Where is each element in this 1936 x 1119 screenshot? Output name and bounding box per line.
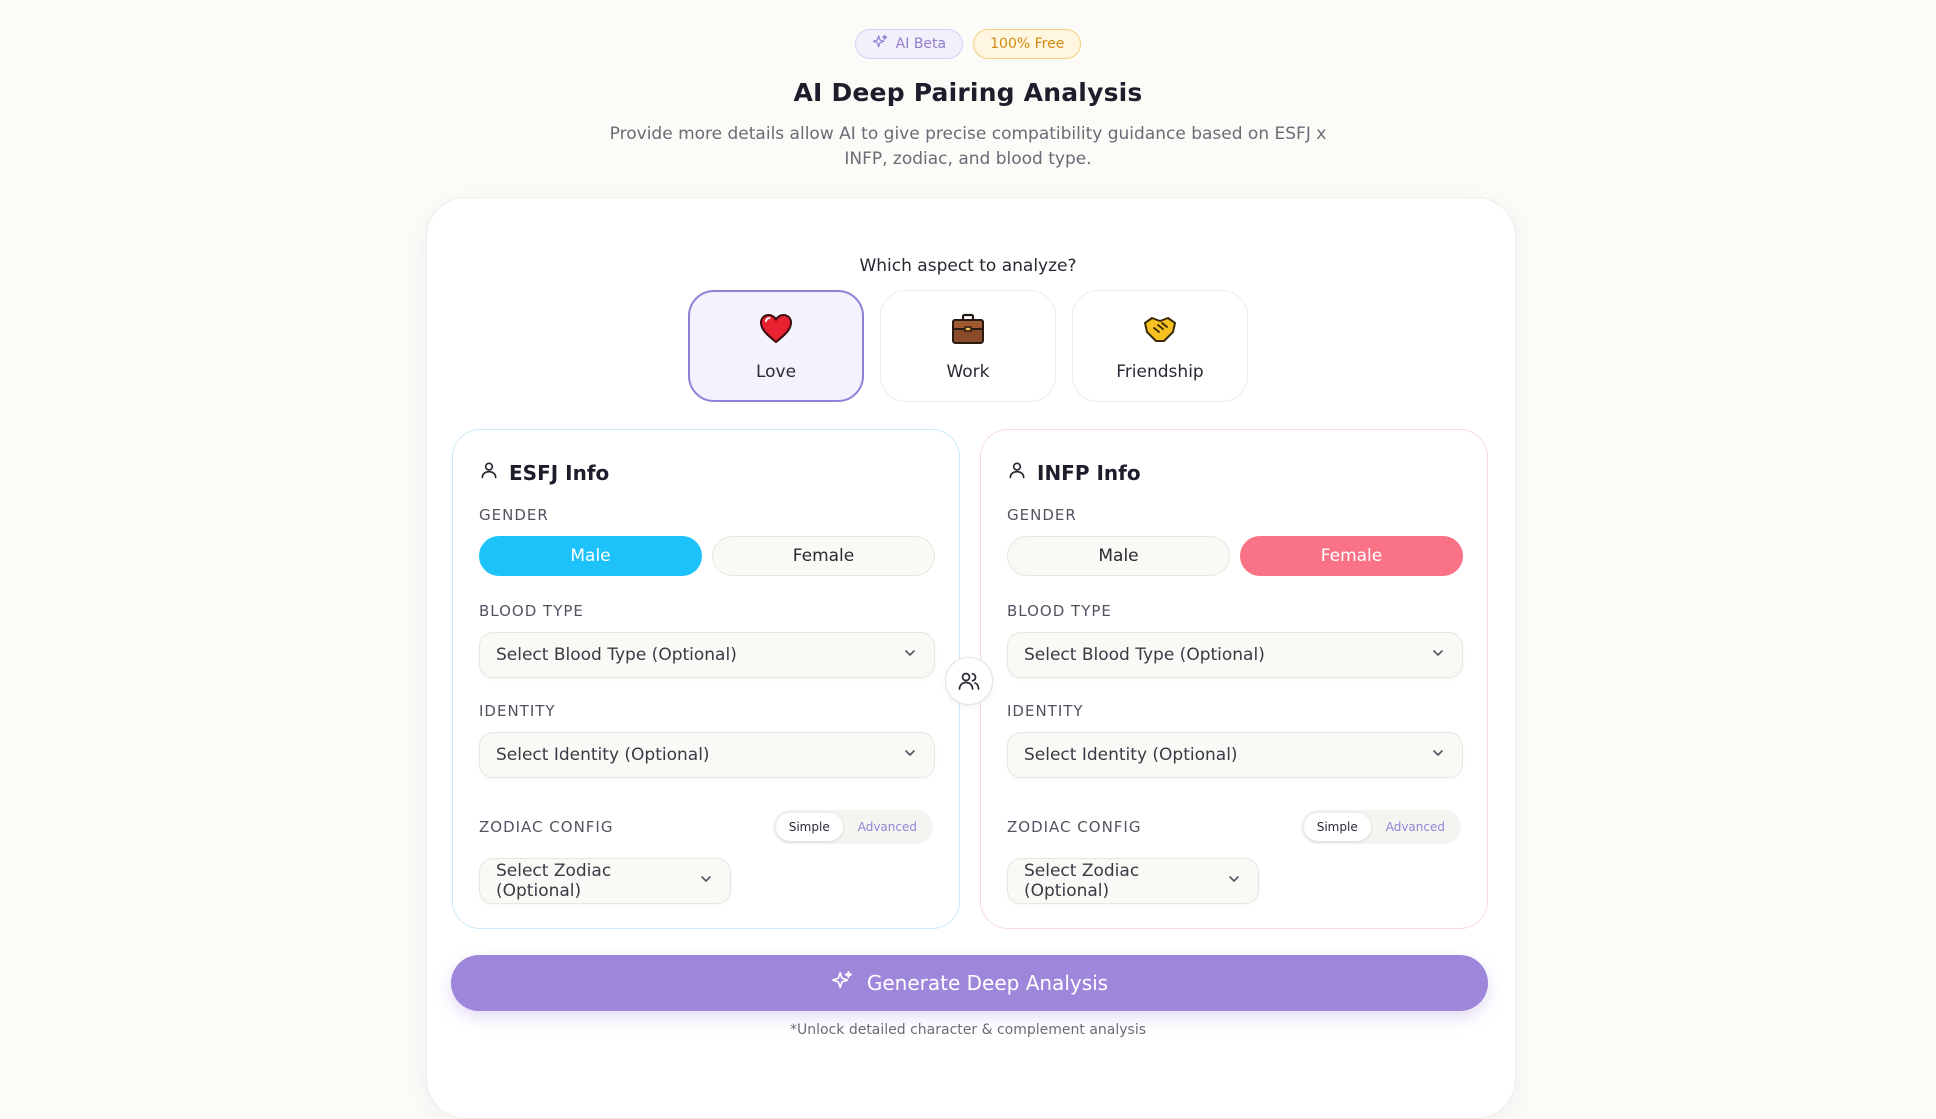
- chevron-down-icon: [1430, 745, 1446, 766]
- ai-beta-badge: AI Beta: [854, 29, 964, 59]
- user-icon: [1007, 460, 1027, 485]
- infp-panel-title: INFP Info: [1037, 460, 1141, 485]
- zodiac-placeholder: Select Zodiac (Optional): [496, 861, 612, 901]
- gender-selector: Male Female: [479, 536, 935, 576]
- esfj-panel-header: ESFJ Info: [479, 460, 609, 485]
- esfj-panel-title: ESFJ Info: [509, 460, 610, 485]
- aspect-selector: Love Work Friendship: [688, 290, 1248, 402]
- infp-panel-header: INFP Info: [1007, 460, 1141, 485]
- gender-label: GENDER: [479, 506, 549, 524]
- header-badges: AI Beta 100% Free: [0, 29, 1936, 59]
- male-button[interactable]: Male: [1007, 536, 1230, 576]
- identity-label: IDENTITY: [479, 702, 556, 720]
- zodiac-config-label: ZODIAC CONFIG: [1007, 818, 1142, 836]
- blood-type-select[interactable]: Select Blood Type (Optional): [1007, 632, 1463, 678]
- page: AI Beta 100% Free AI Deep Pairing Analys…: [0, 0, 1936, 1119]
- zodiac-simple-tab[interactable]: Simple: [1303, 813, 1371, 841]
- ai-beta-label: AI Beta: [895, 36, 947, 52]
- zodiac-select[interactable]: Select Zodiac (Optional): [1007, 858, 1259, 904]
- identity-select[interactable]: Select Identity (Optional): [479, 732, 935, 778]
- zodiac-advanced-tab[interactable]: Advanced: [845, 813, 930, 841]
- handshake-icon: [1142, 311, 1178, 352]
- identity-placeholder: Select Identity (Optional): [1024, 745, 1238, 765]
- aspect-work-label: Work: [946, 361, 990, 382]
- aspect-question: Which aspect to analyze?: [859, 256, 1077, 276]
- free-badge: 100% Free: [973, 29, 1082, 59]
- chevron-down-icon: [902, 645, 918, 666]
- zodiac-placeholder: Select Zodiac (Optional): [1024, 861, 1140, 901]
- gender-selector: Male Female: [1007, 536, 1463, 576]
- gender-label: GENDER: [1007, 506, 1077, 524]
- blood-type-placeholder: Select Blood Type (Optional): [1024, 645, 1265, 665]
- zodiac-mode-toggle: Simple Advanced: [1300, 810, 1461, 844]
- aspect-friendship-label: Friendship: [1116, 361, 1204, 382]
- zodiac-advanced-tab[interactable]: Advanced: [1373, 813, 1458, 841]
- blood-type-label: BLOOD TYPE: [1007, 602, 1112, 620]
- sparkle-icon: [831, 970, 853, 997]
- page-subtitle: Provide more details allow AI to give pr…: [609, 124, 1327, 169]
- page-title: AI Deep Pairing Analysis: [793, 78, 1143, 107]
- zodiac-select[interactable]: Select Zodiac (Optional): [479, 858, 731, 904]
- zodiac-simple-tab[interactable]: Simple: [775, 813, 843, 841]
- zodiac-mode-toggle: Simple Advanced: [772, 810, 933, 844]
- blood-type-select[interactable]: Select Blood Type (Optional): [479, 632, 935, 678]
- identity-label: IDENTITY: [1007, 702, 1084, 720]
- generate-analysis-button[interactable]: Generate Deep Analysis: [451, 955, 1488, 1011]
- aspect-love-button[interactable]: Love: [688, 290, 864, 402]
- aspect-love-label: Love: [755, 361, 797, 382]
- user-icon: [479, 460, 499, 485]
- blood-type-placeholder: Select Blood Type (Optional): [496, 645, 737, 665]
- users-icon: [945, 657, 993, 705]
- briefcase-icon: [950, 311, 986, 352]
- aspect-work-button[interactable]: Work: [880, 290, 1056, 402]
- chevron-down-icon: [1226, 871, 1242, 892]
- heart-icon: [758, 311, 794, 352]
- infp-info-panel: INFP Info GENDER Male Female BLOOD TYPE …: [980, 429, 1488, 929]
- identity-placeholder: Select Identity (Optional): [496, 745, 710, 765]
- aspect-friendship-button[interactable]: Friendship: [1072, 290, 1248, 402]
- esfj-info-panel: ESFJ Info GENDER Male Female BLOOD TYPE …: [452, 429, 960, 929]
- zodiac-config-label: ZODIAC CONFIG: [479, 818, 614, 836]
- identity-select[interactable]: Select Identity (Optional): [1007, 732, 1463, 778]
- chevron-down-icon: [902, 745, 918, 766]
- chevron-down-icon: [698, 871, 714, 892]
- female-button[interactable]: Female: [1240, 536, 1463, 576]
- blood-type-label: BLOOD TYPE: [479, 602, 584, 620]
- sparkle-icon: [872, 34, 888, 54]
- male-button[interactable]: Male: [479, 536, 702, 576]
- generate-button-label: Generate Deep Analysis: [866, 971, 1109, 995]
- female-button[interactable]: Female: [712, 536, 935, 576]
- unlock-footnote: *Unlock detailed character & complement …: [789, 1022, 1147, 1038]
- chevron-down-icon: [1430, 645, 1446, 666]
